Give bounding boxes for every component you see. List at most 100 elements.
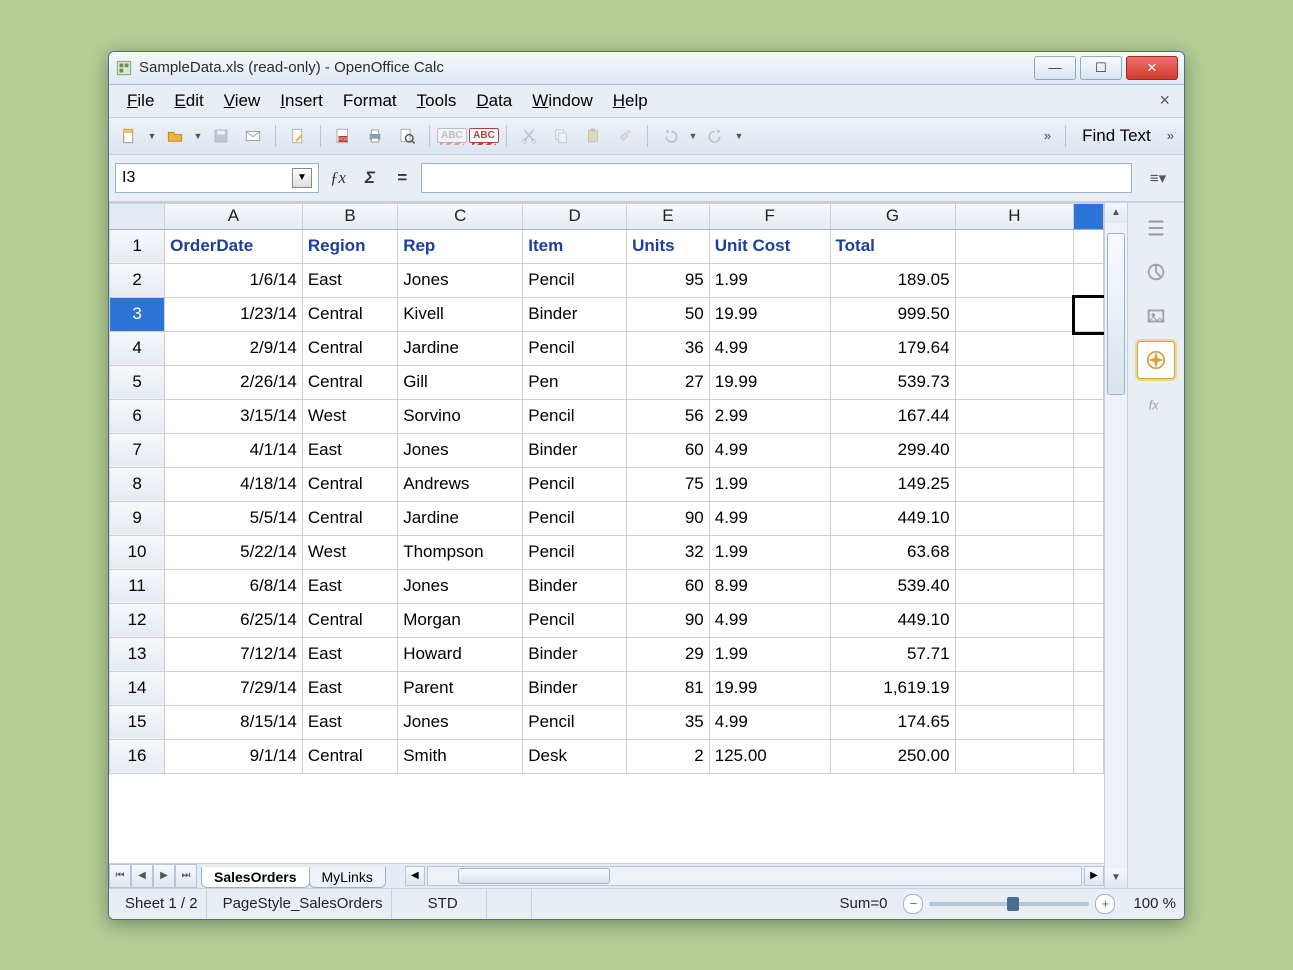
cell[interactable]: Kivell xyxy=(398,297,523,331)
cell[interactable] xyxy=(1074,467,1104,501)
cell[interactable]: Binder xyxy=(523,637,627,671)
cell[interactable]: Central xyxy=(302,365,397,399)
zoom-percent[interactable]: 100 % xyxy=(1123,895,1176,912)
row-header[interactable]: 3 xyxy=(110,297,165,331)
cell[interactable] xyxy=(955,399,1074,433)
tab-nav-last[interactable]: ⏭ xyxy=(175,864,197,888)
cell[interactable]: Pen xyxy=(523,365,627,399)
cell[interactable]: 19.99 xyxy=(709,671,830,705)
print-preview-button[interactable] xyxy=(393,122,421,150)
cell[interactable]: 3/15/14 xyxy=(165,399,303,433)
cell[interactable]: 1.99 xyxy=(709,263,830,297)
row-header[interactable]: 15 xyxy=(110,705,165,739)
cell[interactable]: Unit Cost xyxy=(709,229,830,263)
cell[interactable]: Binder xyxy=(523,569,627,603)
cell[interactable]: 2 xyxy=(627,739,710,773)
cell[interactable]: 4.99 xyxy=(709,603,830,637)
cell[interactable]: 1/6/14 xyxy=(165,263,303,297)
cell[interactable] xyxy=(1074,705,1104,739)
cell[interactable]: Central xyxy=(302,501,397,535)
col-header-B[interactable]: B xyxy=(302,203,397,229)
menu-insert[interactable]: Insert xyxy=(270,89,333,113)
sidebar-functions-icon[interactable]: fx xyxy=(1137,385,1175,423)
cell[interactable]: Jones xyxy=(398,433,523,467)
menu-tools[interactable]: Tools xyxy=(407,89,467,113)
find-toolbar-overflow-button[interactable]: » xyxy=(1163,128,1178,143)
select-all-corner[interactable] xyxy=(110,203,165,229)
sidebar-gallery-icon[interactable] xyxy=(1137,297,1175,335)
cell[interactable]: 63.68 xyxy=(830,535,955,569)
cell[interactable]: 4.99 xyxy=(709,705,830,739)
vertical-scrollbar[interactable]: ▲ ▼ xyxy=(1104,203,1127,888)
cell[interactable] xyxy=(1074,399,1104,433)
cell[interactable]: 57.71 xyxy=(830,637,955,671)
cell[interactable] xyxy=(1074,535,1104,569)
sidebar-styles-icon[interactable] xyxy=(1137,253,1175,291)
status-page-style[interactable]: PageStyle_SalesOrders xyxy=(215,889,392,919)
hscroll-left-arrow[interactable]: ◀ xyxy=(405,866,425,886)
col-header-C[interactable]: C xyxy=(398,203,523,229)
cell[interactable] xyxy=(955,603,1074,637)
cell[interactable]: Desk xyxy=(523,739,627,773)
menu-data[interactable]: Data xyxy=(466,89,522,113)
cell[interactable] xyxy=(1074,297,1104,331)
cell[interactable]: 1/23/14 xyxy=(165,297,303,331)
email-button[interactable] xyxy=(239,122,267,150)
name-box-dropdown[interactable]: ▼ xyxy=(292,168,312,188)
cell[interactable] xyxy=(1074,263,1104,297)
close-document-button[interactable]: × xyxy=(1153,90,1176,111)
cell[interactable]: Jardine xyxy=(398,331,523,365)
zoom-knob[interactable] xyxy=(1007,897,1019,911)
cell[interactable]: 95 xyxy=(627,263,710,297)
new-document-dropdown[interactable]: ▼ xyxy=(147,131,157,141)
menu-view[interactable]: View xyxy=(214,89,271,113)
cell[interactable] xyxy=(955,229,1074,263)
cell[interactable]: 90 xyxy=(627,501,710,535)
vscroll-down-arrow[interactable]: ▼ xyxy=(1105,868,1127,888)
print-button[interactable] xyxy=(361,122,389,150)
cell[interactable] xyxy=(1074,569,1104,603)
tab-nav-prev[interactable]: ◀ xyxy=(131,864,153,888)
cell[interactable]: Jardine xyxy=(398,501,523,535)
cell[interactable]: 1.99 xyxy=(709,467,830,501)
minimize-button[interactable]: — xyxy=(1034,56,1076,80)
toolbar-overflow-button[interactable]: » xyxy=(1040,128,1055,143)
cell[interactable]: Howard xyxy=(398,637,523,671)
cell[interactable]: West xyxy=(302,399,397,433)
cell[interactable]: East xyxy=(302,433,397,467)
cell[interactable]: 5/5/14 xyxy=(165,501,303,535)
spellcheck-button[interactable]: ABC xyxy=(438,122,466,150)
cell[interactable]: East xyxy=(302,263,397,297)
cell[interactable]: 4.99 xyxy=(709,433,830,467)
sidebar-properties-icon[interactable] xyxy=(1137,209,1175,247)
cell[interactable]: 19.99 xyxy=(709,297,830,331)
cell[interactable]: 60 xyxy=(627,433,710,467)
col-header-I[interactable] xyxy=(1074,203,1104,229)
status-insert-mode[interactable]: STD xyxy=(400,889,487,919)
cell[interactable]: Pencil xyxy=(523,399,627,433)
cell[interactable]: 149.25 xyxy=(830,467,955,501)
cell[interactable]: 75 xyxy=(627,467,710,501)
spreadsheet-grid[interactable]: A B C D E F G H 1OrderDateRegionRepItemU… xyxy=(109,203,1104,774)
cell[interactable]: OrderDate xyxy=(165,229,303,263)
cell[interactable] xyxy=(1074,671,1104,705)
cell[interactable]: 2/9/14 xyxy=(165,331,303,365)
cell[interactable] xyxy=(955,297,1074,331)
status-sum[interactable]: Sum=0 xyxy=(832,889,896,919)
cell[interactable]: 90 xyxy=(627,603,710,637)
close-button[interactable]: ✕ xyxy=(1126,56,1178,80)
cell[interactable]: Region xyxy=(302,229,397,263)
hscroll-right-arrow[interactable]: ▶ xyxy=(1084,866,1104,886)
hscroll-thumb[interactable] xyxy=(458,868,610,884)
vscroll-up-arrow[interactable]: ▲ xyxy=(1105,203,1127,223)
cell[interactable]: 179.64 xyxy=(830,331,955,365)
cell[interactable] xyxy=(955,535,1074,569)
cell[interactable]: Central xyxy=(302,331,397,365)
cell[interactable]: Central xyxy=(302,467,397,501)
cell[interactable]: 81 xyxy=(627,671,710,705)
find-text-label[interactable]: Find Text xyxy=(1076,124,1157,148)
cell[interactable]: 1,619.19 xyxy=(830,671,955,705)
cut-button[interactable] xyxy=(515,122,543,150)
function-wizard-button[interactable]: ƒx xyxy=(325,165,351,191)
cell[interactable]: Pencil xyxy=(523,535,627,569)
